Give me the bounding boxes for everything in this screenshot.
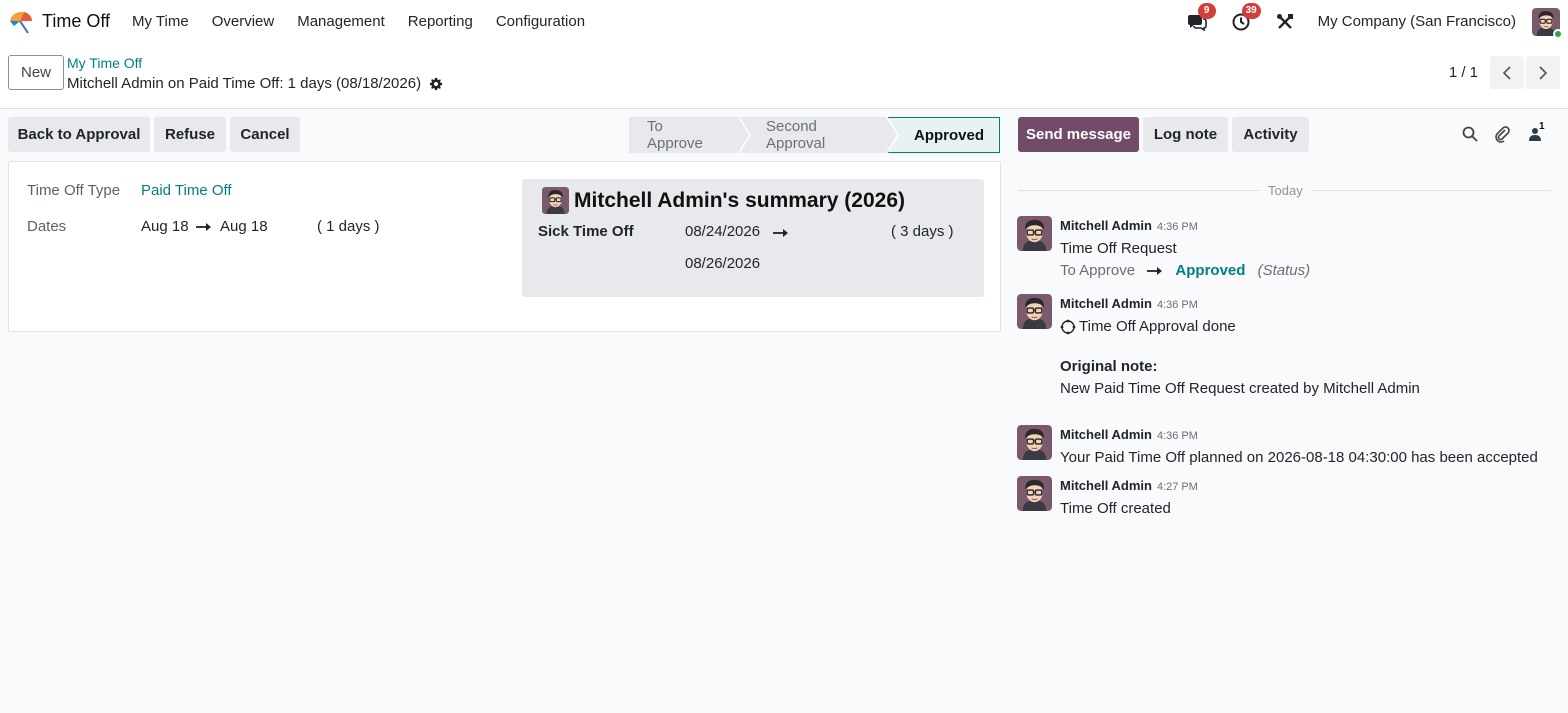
message-time: 4:27 PM [1156, 481, 1198, 493]
time-off-type-value[interactable]: Paid Time Off [141, 182, 232, 199]
menu-my-time[interactable]: My Time [132, 13, 189, 30]
form-sheet: Time Off Type Paid Time Off Dates Aug 18… [8, 161, 1001, 332]
original-note-label: Original note: [1060, 358, 1158, 375]
tracking-new-value: Approved [1175, 262, 1246, 279]
message-author[interactable]: Mitchell Admin [1060, 218, 1152, 233]
menu-configuration[interactable]: Configuration [496, 13, 585, 30]
tools-icon [1276, 13, 1293, 29]
pager-next-button[interactable] [1526, 56, 1560, 89]
message-body: Your Paid Time Off planned on 2026-08-18… [1060, 449, 1538, 466]
breadcrumb-my-time-off[interactable]: My Time Off [67, 55, 443, 71]
messages-button[interactable]: 9 [1186, 2, 1216, 33]
menu-reporting[interactable]: Reporting [408, 13, 473, 30]
user-menu[interactable] [1532, 8, 1563, 39]
control-panel: New My Time Off Mitchell Admin on Paid T… [0, 43, 1568, 109]
duration-field: ( 1 days ) [317, 218, 380, 235]
time-off-type-label: Time Off Type [27, 182, 121, 199]
company-switcher[interactable]: My Company (San Francisco) [1318, 13, 1516, 30]
summary-date-to: 08/26/2026 [685, 255, 761, 272]
stage-approved[interactable]: Approved [888, 117, 1000, 153]
gear-icon[interactable] [429, 77, 443, 91]
message-header: Mitchell Admin 4:36 PM [1060, 218, 1198, 233]
back-to-approval-button[interactable]: Back to Approval [8, 117, 150, 152]
message-author[interactable]: Mitchell Admin [1060, 296, 1152, 311]
breadcrumb: My Time Off Mitchell Admin on Paid Time … [67, 55, 443, 92]
arrow-right-icon [1147, 266, 1163, 276]
avatar[interactable] [1017, 425, 1052, 460]
avatar[interactable] [1017, 294, 1052, 329]
message-time: 4:36 PM [1156, 221, 1198, 233]
message-time: 4:36 PM [1156, 299, 1198, 311]
online-status-dot [1553, 28, 1563, 39]
refuse-button[interactable]: Refuse [154, 117, 226, 152]
debug-tools-button[interactable] [1274, 11, 1296, 33]
clock-spinner-icon [1060, 319, 1076, 334]
avatar [542, 187, 569, 214]
message-time: 4:36 PM [1156, 430, 1198, 442]
search-messages-button[interactable] [1460, 124, 1480, 144]
search-icon [1462, 126, 1478, 142]
activity-button[interactable]: Activity [1232, 117, 1309, 152]
arrow-right-icon [773, 228, 789, 238]
message-author[interactable]: Mitchell Admin [1060, 478, 1152, 493]
stage-label: Second Approval [766, 118, 826, 152]
tracking-field-name: (Status) [1257, 262, 1311, 279]
message-header: Mitchell Admin 4:36 PM [1060, 427, 1198, 442]
message-header: Mitchell Admin 4:27 PM [1060, 478, 1198, 493]
message-body: Time Off created [1060, 500, 1171, 517]
top-navbar: Time Off My Time Overview Management Rep… [0, 0, 1568, 43]
pager-value[interactable]: 1 / 1 [1449, 64, 1478, 81]
leave-summary-box: Mitchell Admin's summary (2026) Sick Tim… [522, 179, 984, 297]
record-title: Mitchell Admin on Paid Time Off: 1 days … [67, 75, 443, 92]
followers-count: 1 [1539, 121, 1545, 132]
status-bar: To Approve Second Approval Approved [629, 117, 1000, 153]
chevron-right-icon [1539, 65, 1548, 80]
app-logo-icon [10, 11, 32, 34]
tracking-value: To Approve Approved (Status) [1060, 262, 1310, 279]
stage-second-approval[interactable]: Second Approval [740, 117, 899, 153]
stage-label: Approved [914, 126, 985, 144]
arrow-right-icon [196, 222, 212, 232]
avatar[interactable] [1017, 216, 1052, 251]
followers-button[interactable]: 1 [1525, 121, 1545, 144]
avatar[interactable] [1017, 476, 1052, 511]
main-menu: My Time Overview Management Reporting Co… [132, 13, 608, 30]
chevron-left-icon [1502, 65, 1511, 80]
summary-title: Mitchell Admin's summary (2026) [542, 187, 905, 214]
app-brand[interactable]: Time Off [8, 9, 110, 35]
message-header: Mitchell Admin 4:36 PM [1060, 296, 1198, 311]
new-button[interactable]: New [8, 55, 64, 90]
record-title-text: Mitchell Admin on Paid Time Off: 1 days … [67, 75, 422, 92]
message-body: Time Off Request [1060, 240, 1177, 257]
menu-management[interactable]: Management [297, 13, 385, 30]
stage-label: To Approve [647, 118, 703, 152]
pager-previous-button[interactable] [1490, 56, 1524, 89]
summary-duration: ( 3 days ) [891, 223, 954, 240]
pager: 1 / 1 [1449, 56, 1560, 89]
stage-to-approve[interactable]: To Approve [629, 117, 751, 153]
date-from-field[interactable]: Aug 18 [141, 218, 189, 235]
message-body-line: Time Off Approval done [1060, 318, 1236, 335]
messages-badge: 9 [1197, 2, 1216, 19]
date-separator-label: Today [1260, 183, 1311, 198]
menu-overview[interactable]: Overview [212, 13, 275, 30]
systray: 9 39 My Company (San Francisco) [1186, 0, 1563, 43]
summary-date-from: 08/24/2026 [685, 223, 761, 240]
dates-label: Dates [27, 218, 67, 235]
activities-badge: 39 [1241, 2, 1261, 19]
app-name: Time Off [42, 11, 111, 31]
date-to-field[interactable]: Aug 18 [220, 218, 268, 235]
tracking-old-value: To Approve [1060, 262, 1136, 279]
activities-button[interactable]: 39 [1230, 2, 1261, 33]
original-note-text: New Paid Time Off Request created by Mit… [1060, 380, 1420, 397]
send-message-button[interactable]: Send message [1018, 117, 1139, 152]
summary-title-text: Mitchell Admin's summary (2026) [574, 188, 905, 212]
log-note-button[interactable]: Log note [1143, 117, 1228, 152]
paperclip-icon [1495, 126, 1510, 143]
message-body: Time Off Approval done [1079, 318, 1236, 335]
summary-leave-type: Sick Time Off [538, 223, 634, 240]
cancel-button[interactable]: Cancel [230, 117, 300, 152]
attachments-button[interactable] [1492, 124, 1512, 144]
message-author[interactable]: Mitchell Admin [1060, 427, 1152, 442]
